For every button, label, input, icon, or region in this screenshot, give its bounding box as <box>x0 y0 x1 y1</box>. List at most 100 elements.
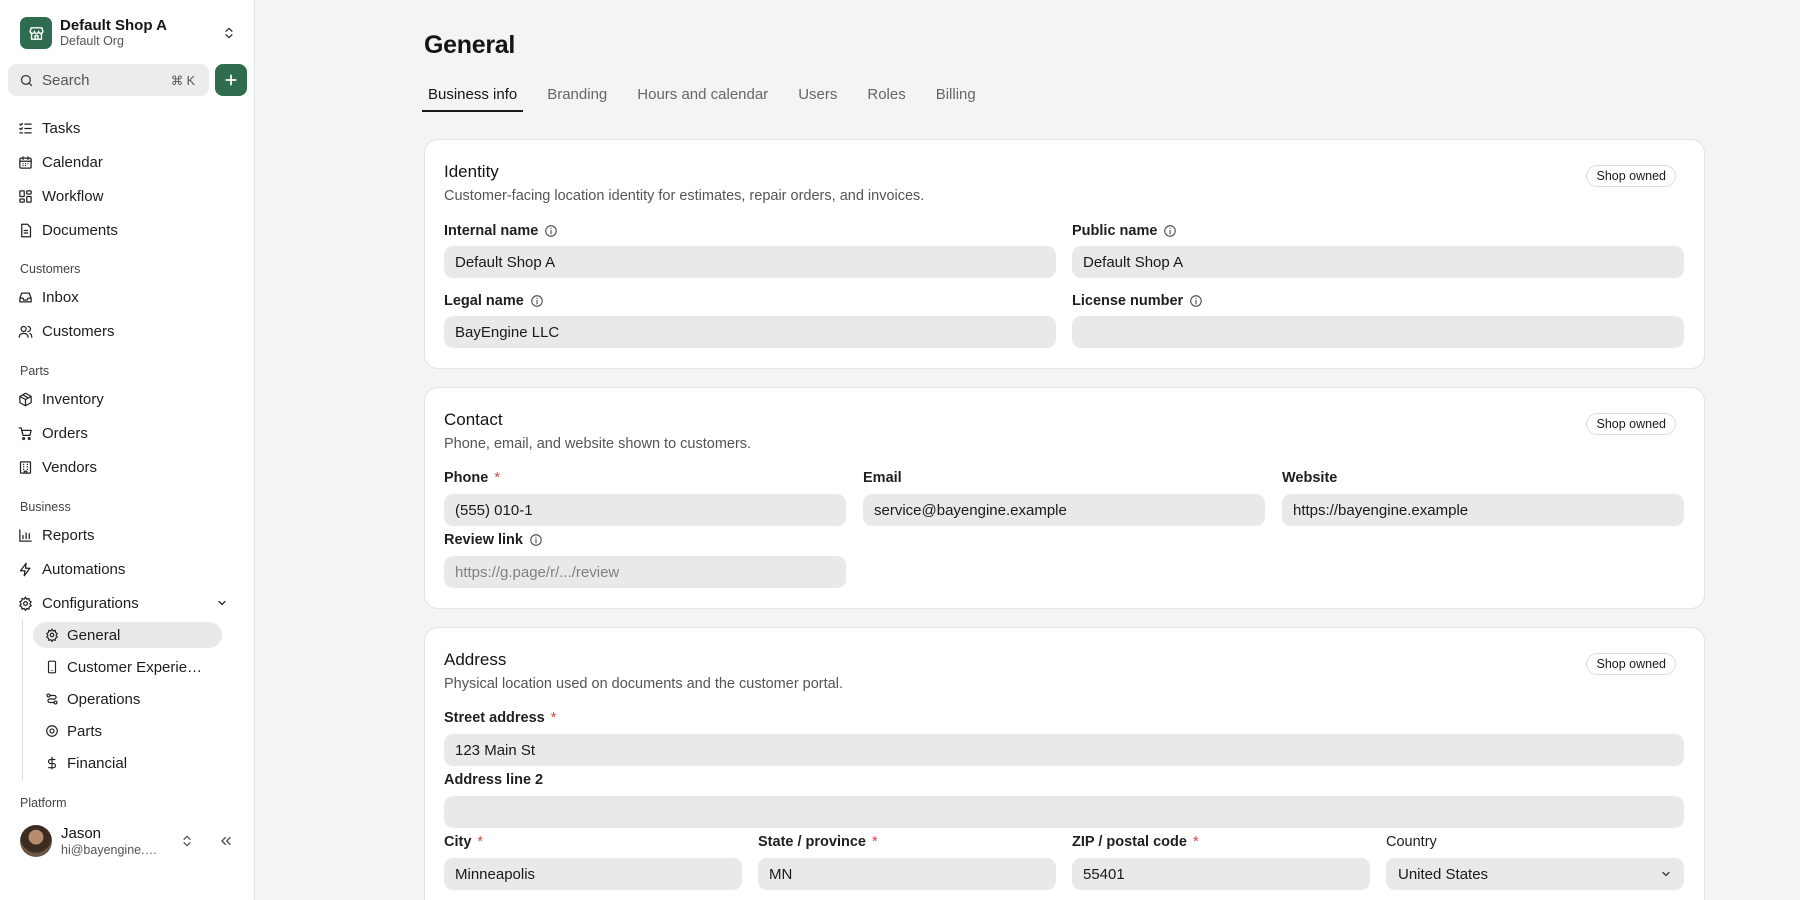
nav-item-orders[interactable]: Orders <box>18 420 236 446</box>
chevron-up-down-icon <box>225 27 233 39</box>
nav-label: Workflow <box>42 187 104 205</box>
phone-input[interactable] <box>444 494 846 526</box>
nav-item-calendar[interactable]: Calendar <box>18 149 236 175</box>
submenu-rail <box>22 620 23 780</box>
nav-item-automations[interactable]: Automations <box>18 556 236 582</box>
review-link-input[interactable] <box>444 556 846 588</box>
review-link-label: Review link <box>444 532 543 548</box>
sub-item-financial[interactable]: Financial <box>33 750 222 776</box>
label-text: ZIP / postal code <box>1072 834 1187 850</box>
required-asterisk: * <box>550 710 557 726</box>
zip-label: ZIP / postal code * <box>1072 834 1199 850</box>
label-text: Phone <box>444 470 489 486</box>
sub-item-label: General <box>67 626 121 644</box>
sub-item-label: Operations <box>67 690 141 708</box>
city-label: City * <box>444 834 483 850</box>
tab-hours-and-calendar[interactable]: Hours and calendar <box>631 86 774 112</box>
avatar <box>20 825 52 857</box>
shop-switcher[interactable]: Default Shop A Default Org <box>20 16 240 50</box>
email-input[interactable] <box>863 494 1265 526</box>
nav-label: Documents <box>42 221 118 239</box>
chevron-up-down-icon[interactable] <box>180 833 194 849</box>
card-title: Address <box>444 650 507 669</box>
sub-item-parts[interactable]: Parts <box>33 718 222 744</box>
required-asterisk: * <box>477 834 484 850</box>
country-label: Country <box>1386 834 1437 850</box>
state-input[interactable] <box>758 858 1056 890</box>
nav-item-configurations[interactable]: Configurations <box>18 590 236 616</box>
sub-item-general[interactable]: General <box>33 622 222 648</box>
user-switcher[interactable]: Jason hi@bayengine.com <box>61 825 180 858</box>
info-icon[interactable] <box>544 224 558 238</box>
search-button[interactable]: Search ⌘ K <box>8 64 209 96</box>
zip-input[interactable] <box>1072 858 1370 890</box>
nav-label: Automations <box>42 560 126 578</box>
disc-icon <box>46 725 58 737</box>
shop-logo <box>20 17 52 49</box>
legal-name-input[interactable] <box>444 316 1056 348</box>
user-menu: Jason hi@bayengine.com <box>20 824 240 858</box>
dollar-icon <box>47 756 57 770</box>
public-name-label: Public name <box>1072 223 1177 239</box>
collapse-sidebar-icon[interactable] <box>218 833 234 849</box>
street-address-label: Street address * <box>444 710 556 726</box>
license-number-label: License number <box>1072 293 1203 309</box>
add-button[interactable] <box>215 64 247 96</box>
tab-users[interactable]: Users <box>792 86 843 112</box>
label-text: Internal name <box>444 223 539 239</box>
section-label-platform: Platform <box>20 796 67 810</box>
nav-item-vendors[interactable]: Vendors <box>18 454 236 480</box>
document-icon <box>21 223 32 237</box>
tab-roles[interactable]: Roles <box>861 86 911 112</box>
status-badge: Shop owned <box>1586 413 1676 435</box>
license-number-input[interactable] <box>1072 316 1684 348</box>
sub-item-customer-experience[interactable]: Customer Experience <box>33 654 222 680</box>
card-subtitle: Phone, email, and website shown to custo… <box>444 436 752 452</box>
nav-item-customers[interactable]: Customers <box>18 318 236 344</box>
required-asterisk: * <box>871 834 878 850</box>
page-title: General <box>424 31 516 59</box>
plus-icon <box>225 74 237 86</box>
internal-name-input[interactable] <box>444 246 1056 278</box>
sub-item-label: Financial <box>67 754 128 772</box>
address-line2-label: Address line 2 <box>444 772 543 788</box>
required-asterisk: * <box>494 470 500 486</box>
bar-chart-icon <box>19 528 32 542</box>
nav-item-documents[interactable]: Documents <box>18 217 236 243</box>
website-label: Website <box>1282 470 1337 486</box>
tab-billing[interactable]: Billing <box>930 86 982 112</box>
status-badge: Shop owned <box>1586 653 1676 675</box>
label-text: City <box>444 834 472 850</box>
nav-label: Customers <box>42 322 115 340</box>
shop-name: Default Shop A <box>60 17 167 35</box>
nav-item-reports[interactable]: Reports <box>18 522 236 548</box>
nav-item-inventory[interactable]: Inventory <box>18 386 236 412</box>
nav-item-workflow[interactable]: Workflow <box>18 183 236 209</box>
nav-label: Vendors <box>42 458 98 476</box>
info-icon[interactable] <box>1163 224 1177 238</box>
sidebar: Default Shop A Default Org Search ⌘ K Ta… <box>0 0 255 900</box>
sub-item-operations[interactable]: Operations <box>33 686 222 712</box>
city-input[interactable] <box>444 858 742 890</box>
address-card: Address Physical location used on docume… <box>424 627 1705 900</box>
gear-icon <box>19 595 32 611</box>
public-name-input[interactable] <box>1072 246 1684 278</box>
nav-item-inbox[interactable]: Inbox <box>18 284 236 310</box>
internal-name-label: Internal name <box>444 223 558 239</box>
info-icon[interactable] <box>1189 294 1203 308</box>
country-select[interactable]: United States <box>1386 858 1684 890</box>
address-line2-input[interactable] <box>444 796 1684 828</box>
tab-business-info[interactable]: Business info <box>422 86 524 112</box>
chevron-down-icon <box>1662 871 1670 877</box>
street-address-input[interactable] <box>444 734 1684 766</box>
nav-item-tasks[interactable]: Tasks <box>18 115 236 141</box>
sub-item-label: Parts <box>67 722 103 740</box>
identity-card: Identity Customer-facing location identi… <box>424 139 1705 369</box>
info-icon[interactable] <box>529 533 543 547</box>
label-text: Country <box>1386 834 1437 850</box>
website-input[interactable] <box>1282 494 1684 526</box>
info-icon[interactable] <box>530 294 544 308</box>
card-title: Contact <box>444 410 503 429</box>
state-label: State / province * <box>758 834 878 850</box>
tab-branding[interactable]: Branding <box>541 86 613 112</box>
